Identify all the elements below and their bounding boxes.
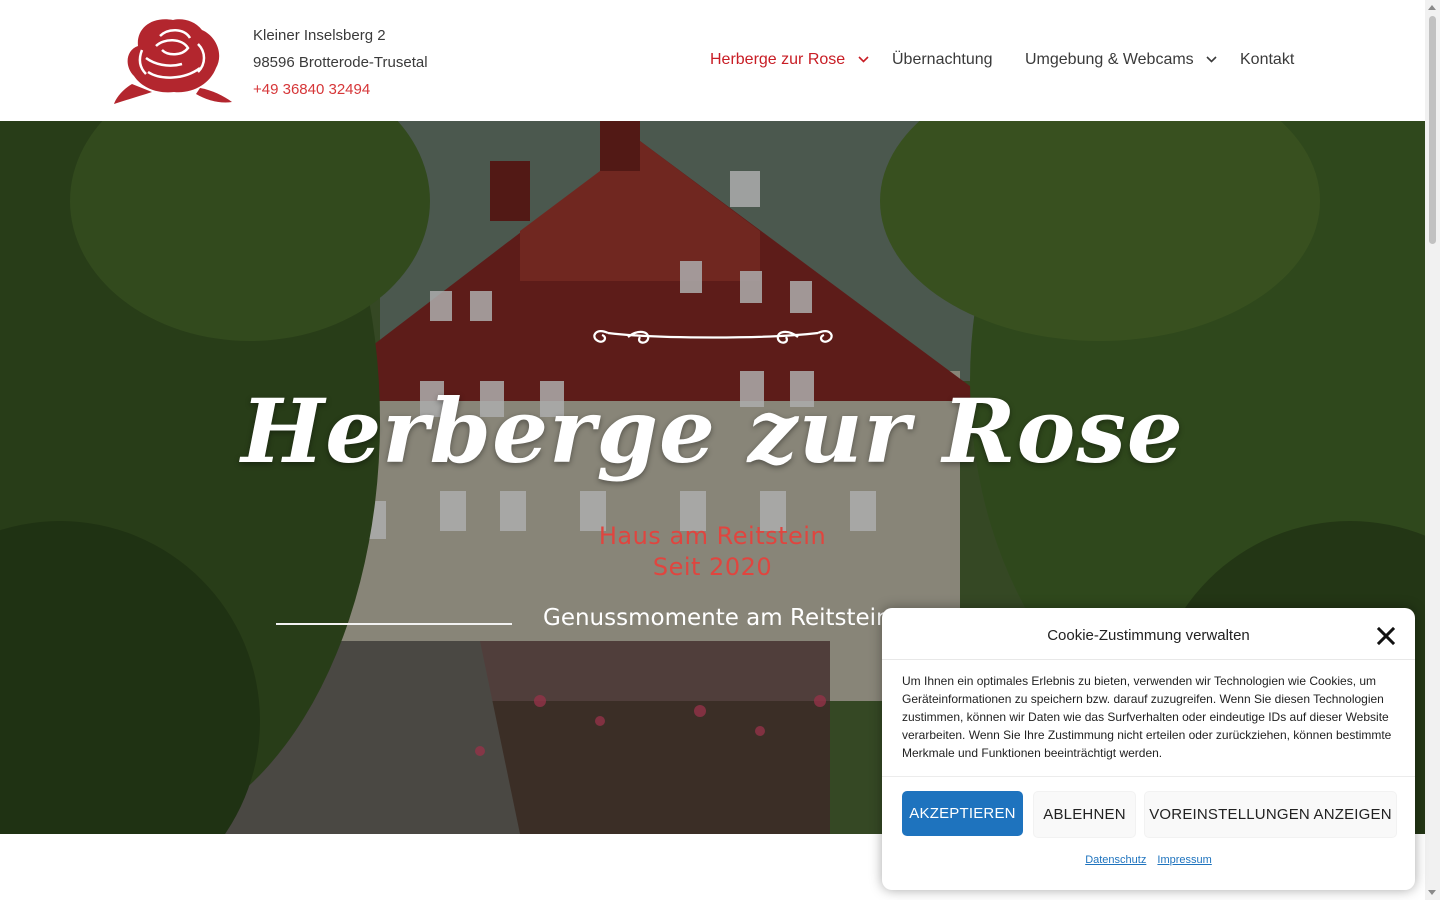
phone-link[interactable]: +49 36840 32494 xyxy=(253,76,428,103)
cookie-dialog-title: Cookie-Zustimmung verwalten xyxy=(1047,627,1250,644)
hero-tagline: Genussmomente am Reitstein xyxy=(543,605,891,631)
nav-item-uebernachtung[interactable]: Übernachtung xyxy=(892,48,993,72)
scroll-thumb[interactable] xyxy=(1429,16,1436,244)
scroll-down-arrow-icon[interactable] xyxy=(1428,890,1436,895)
deny-button[interactable]: ABLEHNEN xyxy=(1033,791,1136,838)
nav-item-label: Herberge zur Rose xyxy=(710,51,846,68)
cookie-description: Um Ihnen ein optimales Erlebnis zu biete… xyxy=(902,674,1392,760)
chevron-down-icon xyxy=(858,56,869,63)
nav-item-label: Umgebung & Webcams xyxy=(1025,51,1194,68)
main-nav: Herberge zur Rose Übernachtung Umgebung … xyxy=(0,48,1425,74)
hero-divider xyxy=(276,623,512,625)
imprint-link[interactable]: Impressum xyxy=(1157,854,1211,866)
hero-subtitle-line2: Seit 2020 xyxy=(652,553,773,581)
privacy-link[interactable]: Datenschutz xyxy=(1085,854,1146,866)
page-scrollbar[interactable] xyxy=(1425,0,1440,900)
cookie-divider xyxy=(882,776,1415,777)
close-icon[interactable] xyxy=(1376,626,1396,646)
preferences-button[interactable]: VOREINSTELLUNGEN ANZEIGEN xyxy=(1144,791,1397,838)
cookie-links: Datenschutz Impressum xyxy=(882,854,1415,866)
hero-subtitle-line1: Haus am Reitstein xyxy=(598,522,827,550)
site-header: Kleiner Inselsberg 2 98596 Brotterode-Tr… xyxy=(0,0,1425,121)
chevron-down-icon xyxy=(1206,56,1217,63)
accept-button[interactable]: AKZEPTIEREN xyxy=(902,791,1023,836)
nav-item-kontakt[interactable]: Kontakt xyxy=(1240,48,1294,72)
scroll-up-arrow-icon[interactable] xyxy=(1428,5,1436,10)
cookie-divider xyxy=(882,659,1415,660)
flourish-ornament-icon xyxy=(593,330,833,344)
hero-title: Herberge zur Rose xyxy=(241,379,1184,483)
nav-item-herberge[interactable]: Herberge zur Rose xyxy=(710,48,869,72)
nav-item-umgebung[interactable]: Umgebung & Webcams xyxy=(1025,48,1217,72)
nav-item-label: Kontakt xyxy=(1240,51,1295,68)
nav-item-label: Übernachtung xyxy=(892,51,993,68)
cookie-consent-dialog: Cookie-Zustimmung verwalten Um Ihnen ein… xyxy=(882,608,1415,890)
address-street: Kleiner Inselsberg 2 xyxy=(253,27,386,44)
